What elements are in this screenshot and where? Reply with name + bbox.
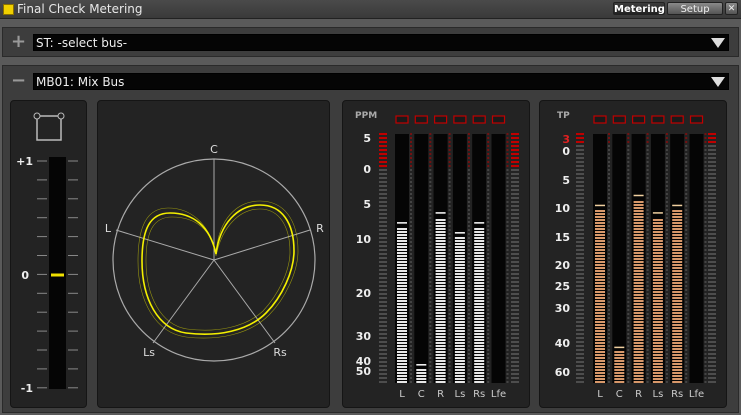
ppm-meter-panel: PPM 5 0 5 10 20 30 40 50 L C R Ls Rs Lfe [342, 100, 530, 408]
ppm-peak-hold [435, 212, 446, 214]
tp-meter-panel: TP 3 0 5 10 15 20 25 30 40 60 L C R Ls Rs Lfe [539, 100, 727, 408]
ppm-channel-label: R [437, 389, 445, 400]
dropdown-arrow-icon [711, 38, 725, 48]
tp-level-bar [633, 201, 644, 383]
surround-scope-panel: C L R Ls Rs [97, 100, 330, 408]
mb-bus-value: MB01: Mix Bus [36, 75, 125, 89]
tp-overload-indicator [631, 115, 646, 124]
window-title: Final Check Metering [17, 2, 143, 16]
ppm-overload-indicator [472, 115, 486, 124]
speaker-label-c: C [210, 143, 218, 156]
ppm-meters [379, 115, 519, 383]
speaker-label-l: L [105, 222, 112, 235]
tp-meters [576, 115, 716, 383]
surround-scope: C L R Ls Rs [105, 143, 324, 362]
tp-peak-hold [595, 204, 605, 207]
ppm-overload-indicator [414, 115, 428, 124]
link-handle-left [33, 112, 41, 120]
app-icon [3, 4, 14, 15]
balance-meter-panel: +1 0 -1 [10, 100, 87, 408]
expand-icon[interactable]: + [11, 33, 26, 51]
mb-bus-select[interactable]: MB01: Mix Bus [33, 73, 729, 90]
balance-scale-label: +1 [16, 155, 33, 168]
ppm-overload-indicator [491, 115, 506, 124]
tp-overload-indicator [651, 115, 665, 124]
tp-channel-label: Rs [671, 389, 684, 400]
balance-track [49, 157, 66, 389]
tp-overload-indicator [612, 115, 626, 124]
tp-peak-hold [652, 212, 663, 214]
tp-meter-track [689, 134, 704, 383]
ppm-peak-hold [454, 232, 465, 234]
tp-level-bar [652, 219, 663, 383]
ppm-meter-track [414, 134, 429, 383]
speaker-label-rs: Rs [273, 346, 287, 359]
collapse-icon[interactable]: − [11, 72, 26, 90]
ppm-level-bar [435, 219, 446, 383]
ppm-overload-indicator [453, 115, 467, 124]
tp-meter-track [612, 134, 627, 383]
ppm-channel-label: Ls [454, 389, 466, 400]
title-bar: Final Check Metering Metering Setup ✕ [0, 0, 741, 19]
ppm-channel-label: L [399, 389, 405, 400]
scope-trace [137, 200, 299, 339]
st-bus-select[interactable]: ST: -select bus- [33, 34, 729, 51]
link-icon[interactable] [36, 115, 62, 141]
ppm-overload-indicator [395, 115, 409, 124]
tp-overload-indicator [670, 115, 684, 124]
tp-overload-indicator [689, 115, 704, 124]
ppm-overload-indicator [433, 115, 448, 124]
balance-level-marker [51, 273, 64, 277]
ppm-peak-hold [416, 364, 427, 366]
tp-channel-label: Ls [652, 389, 664, 400]
tp-peak-hold [672, 204, 683, 207]
balance-scale-label: 0 [21, 269, 29, 282]
tp-level-bar [614, 351, 625, 383]
ppm-channel-label: C [417, 389, 425, 400]
tp-channel-label: Lfe [688, 389, 705, 400]
st-bus-value: ST: -select bus- [36, 36, 128, 50]
ppm-level-bar [454, 237, 465, 383]
metering-tab[interactable]: Metering [613, 2, 665, 15]
st-bus-row: + ST: -select bus- [2, 27, 739, 57]
speaker-label-r: R [316, 222, 324, 235]
close-icon[interactable]: ✕ [725, 2, 738, 15]
setup-tab[interactable]: Setup [667, 2, 723, 15]
tp-channel-label: L [597, 389, 603, 400]
balance-scale-label: -1 [21, 382, 33, 395]
tp-channel-label: C [615, 389, 623, 400]
dropdown-arrow-icon [711, 77, 725, 87]
ppm-channel-label: Rs [473, 389, 486, 400]
tp-channel-label: R [635, 389, 643, 400]
ppm-meter-track [491, 134, 506, 383]
ppm-peak-hold [474, 222, 485, 224]
tp-peak-hold [614, 346, 625, 349]
ppm-channel-label: Lfe [490, 389, 507, 400]
tp-peak-hold [633, 194, 644, 197]
balance-meter: +1 0 -1 [16, 112, 78, 395]
link-handle-right [57, 112, 65, 120]
ppm-peak-hold [397, 222, 407, 224]
speaker-label-ls: Ls [143, 346, 155, 359]
tp-overload-indicator [593, 115, 607, 124]
